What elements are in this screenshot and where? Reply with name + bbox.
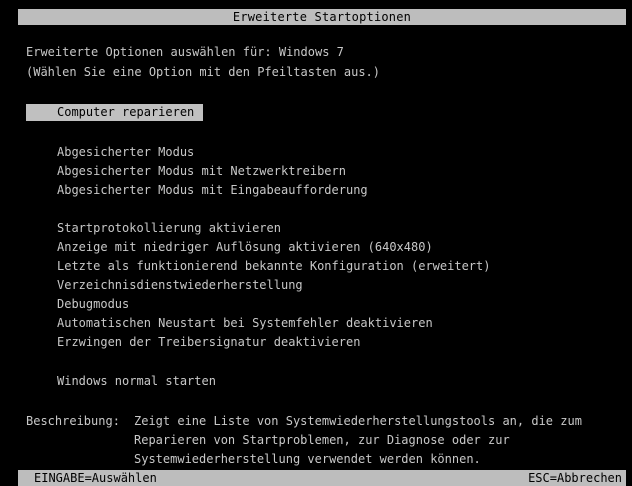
option-computer-reparieren[interactable]: Computer reparieren	[26, 104, 203, 121]
description-line-2: Reparieren von Startproblemen, zur Diagn…	[134, 433, 510, 447]
option-abgesicherter-modus-eingabeaufforderung[interactable]: Abgesicherter Modus mit Eingabeaufforder…	[57, 182, 368, 198]
option-automatischer-neustart[interactable]: Automatischen Neustart bei Systemfehler …	[57, 315, 433, 331]
option-debugmodus[interactable]: Debugmodus	[57, 296, 129, 312]
option-windows-normal-starten[interactable]: Windows normal starten	[57, 373, 216, 389]
header-line-1: Erweiterte Optionen auswählen für: Windo…	[26, 45, 344, 59]
header-line-2: (Wählen Sie eine Option mit den Pfeiltas…	[26, 65, 381, 79]
option-letzte-konfiguration[interactable]: Letzte als funktionierend bekannte Konfi…	[57, 258, 490, 274]
option-niedrige-aufloesung[interactable]: Anzeige mit niedriger Auflösung aktivier…	[57, 239, 433, 255]
footer-enter-hint: EINGABE=Auswählen	[34, 471, 157, 485]
footer-bar: EINGABE=Auswählen ESC=Abbrechen	[18, 470, 626, 486]
option-startprotokollierung[interactable]: Startprotokollierung aktivieren	[57, 220, 281, 236]
option-verzeichnisdienst[interactable]: Verzeichnisdienstwiederherstellung	[57, 277, 303, 293]
description-label: Beschreibung:	[26, 414, 120, 428]
option-abgesicherter-modus-netzwerk[interactable]: Abgesicherter Modus mit Netzwerktreibern	[57, 163, 346, 179]
option-treibersignatur[interactable]: Erzwingen der Treibersignatur deaktivier…	[57, 334, 360, 350]
boot-menu-screen: Erweiterte Startoptionen Erweiterte Opti…	[0, 0, 632, 486]
option-abgesicherter-modus[interactable]: Abgesicherter Modus	[57, 144, 194, 160]
footer-esc-hint: ESC=Abbrechen	[528, 471, 622, 485]
title-bar: Erweiterte Startoptionen	[18, 9, 626, 25]
description-line-3: Systemwiederherstellung verwendet werden…	[134, 452, 481, 466]
description-line-1: Zeigt eine Liste von Systemwiederherstel…	[134, 414, 582, 428]
page-title: Erweiterte Startoptionen	[232, 10, 412, 24]
